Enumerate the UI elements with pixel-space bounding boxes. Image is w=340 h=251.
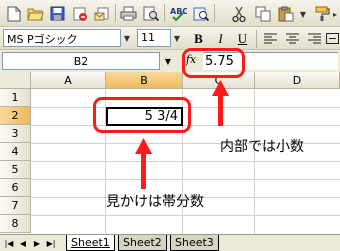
next-sheet-icon[interactable]: ▶ bbox=[31, 237, 43, 249]
display-value-note: 見かけは帯分数 bbox=[106, 194, 204, 210]
sheet-tab-2[interactable]: Sheet2 bbox=[118, 235, 167, 251]
annotation-arrows bbox=[135, 80, 229, 189]
last-sheet-icon[interactable]: ▶| bbox=[45, 237, 57, 249]
sheet-tab-bar: |◀ ◀ ▶ ▶| Sheet1 Sheet2 Sheet3 bbox=[0, 234, 340, 251]
sheet-tab-1[interactable]: Sheet1 bbox=[66, 235, 115, 251]
arrow-to-formula-icon bbox=[212, 80, 229, 126]
arrow-to-cell-icon bbox=[135, 138, 152, 189]
internal-value-note: 内部では小数 bbox=[220, 139, 304, 155]
first-sheet-icon[interactable]: |◀ bbox=[3, 237, 15, 249]
sheet-tab-3[interactable]: Sheet3 bbox=[170, 235, 219, 251]
prev-sheet-icon[interactable]: ◀ bbox=[17, 237, 29, 249]
